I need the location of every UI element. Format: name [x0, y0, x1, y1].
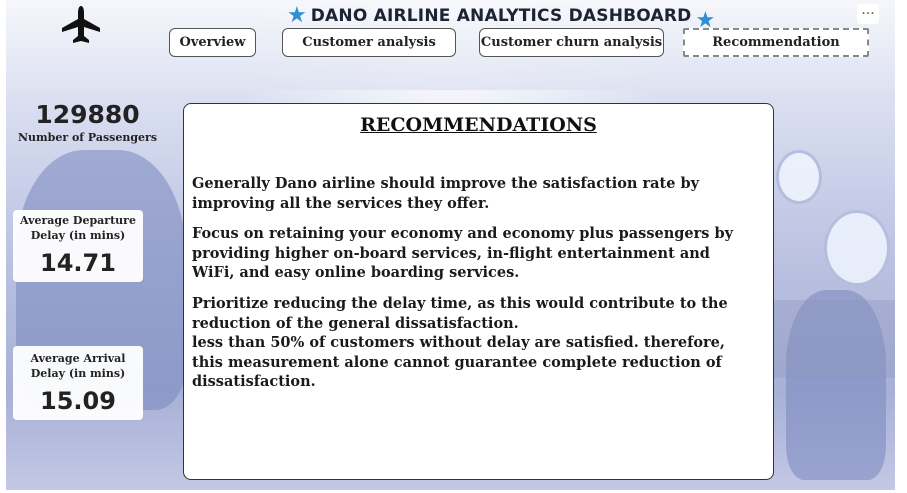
departure-delay-label-line2: Delay (in mins) — [30, 229, 126, 242]
arrival-delay-label-line2: Delay (in mins) — [30, 367, 126, 380]
tab-customer-churn-analysis[interactable]: Customer churn analysis — [479, 28, 664, 57]
arrival-delay-value: 15.09 — [40, 387, 116, 415]
recommendation-paragraph: Generally Dano airline should improve th… — [192, 175, 700, 212]
tab-overview[interactable]: Overview — [169, 28, 256, 57]
arrival-delay-label-line1: Average Arrival — [30, 352, 126, 365]
tab-customer-analysis[interactable]: Customer analysis — [282, 28, 456, 57]
recommendations-title: RECOMMENDATIONS — [360, 114, 597, 136]
airplane-icon — [62, 6, 100, 43]
recommendation-paragraph: less than 50% of customers without delay… — [192, 334, 725, 390]
cabin-window — [824, 210, 890, 286]
recommendation-paragraph: Prioritize reducing the delay time, as t… — [192, 295, 728, 332]
star-icon: ★ — [287, 3, 307, 28]
passengers-value: 129880 — [35, 100, 140, 129]
page-title: DANO AIRLINE ANALYTICS DASHBOARD — [310, 6, 692, 26]
recommendations-panel: RECOMMENDATIONS Generally Dano airline s… — [183, 103, 774, 480]
passengers-label: Number of Passengers — [17, 131, 158, 144]
cabin-window — [776, 150, 822, 204]
more-options-icon[interactable]: ··· — [857, 4, 879, 24]
departure-delay-value: 14.71 — [40, 249, 116, 277]
tab-recommendation[interactable]: Recommendation — [683, 28, 869, 57]
departure-delay-label-line1: Average Departure — [20, 214, 136, 227]
recommendation-paragraph: Focus on retaining your economy and econ… — [192, 225, 734, 281]
